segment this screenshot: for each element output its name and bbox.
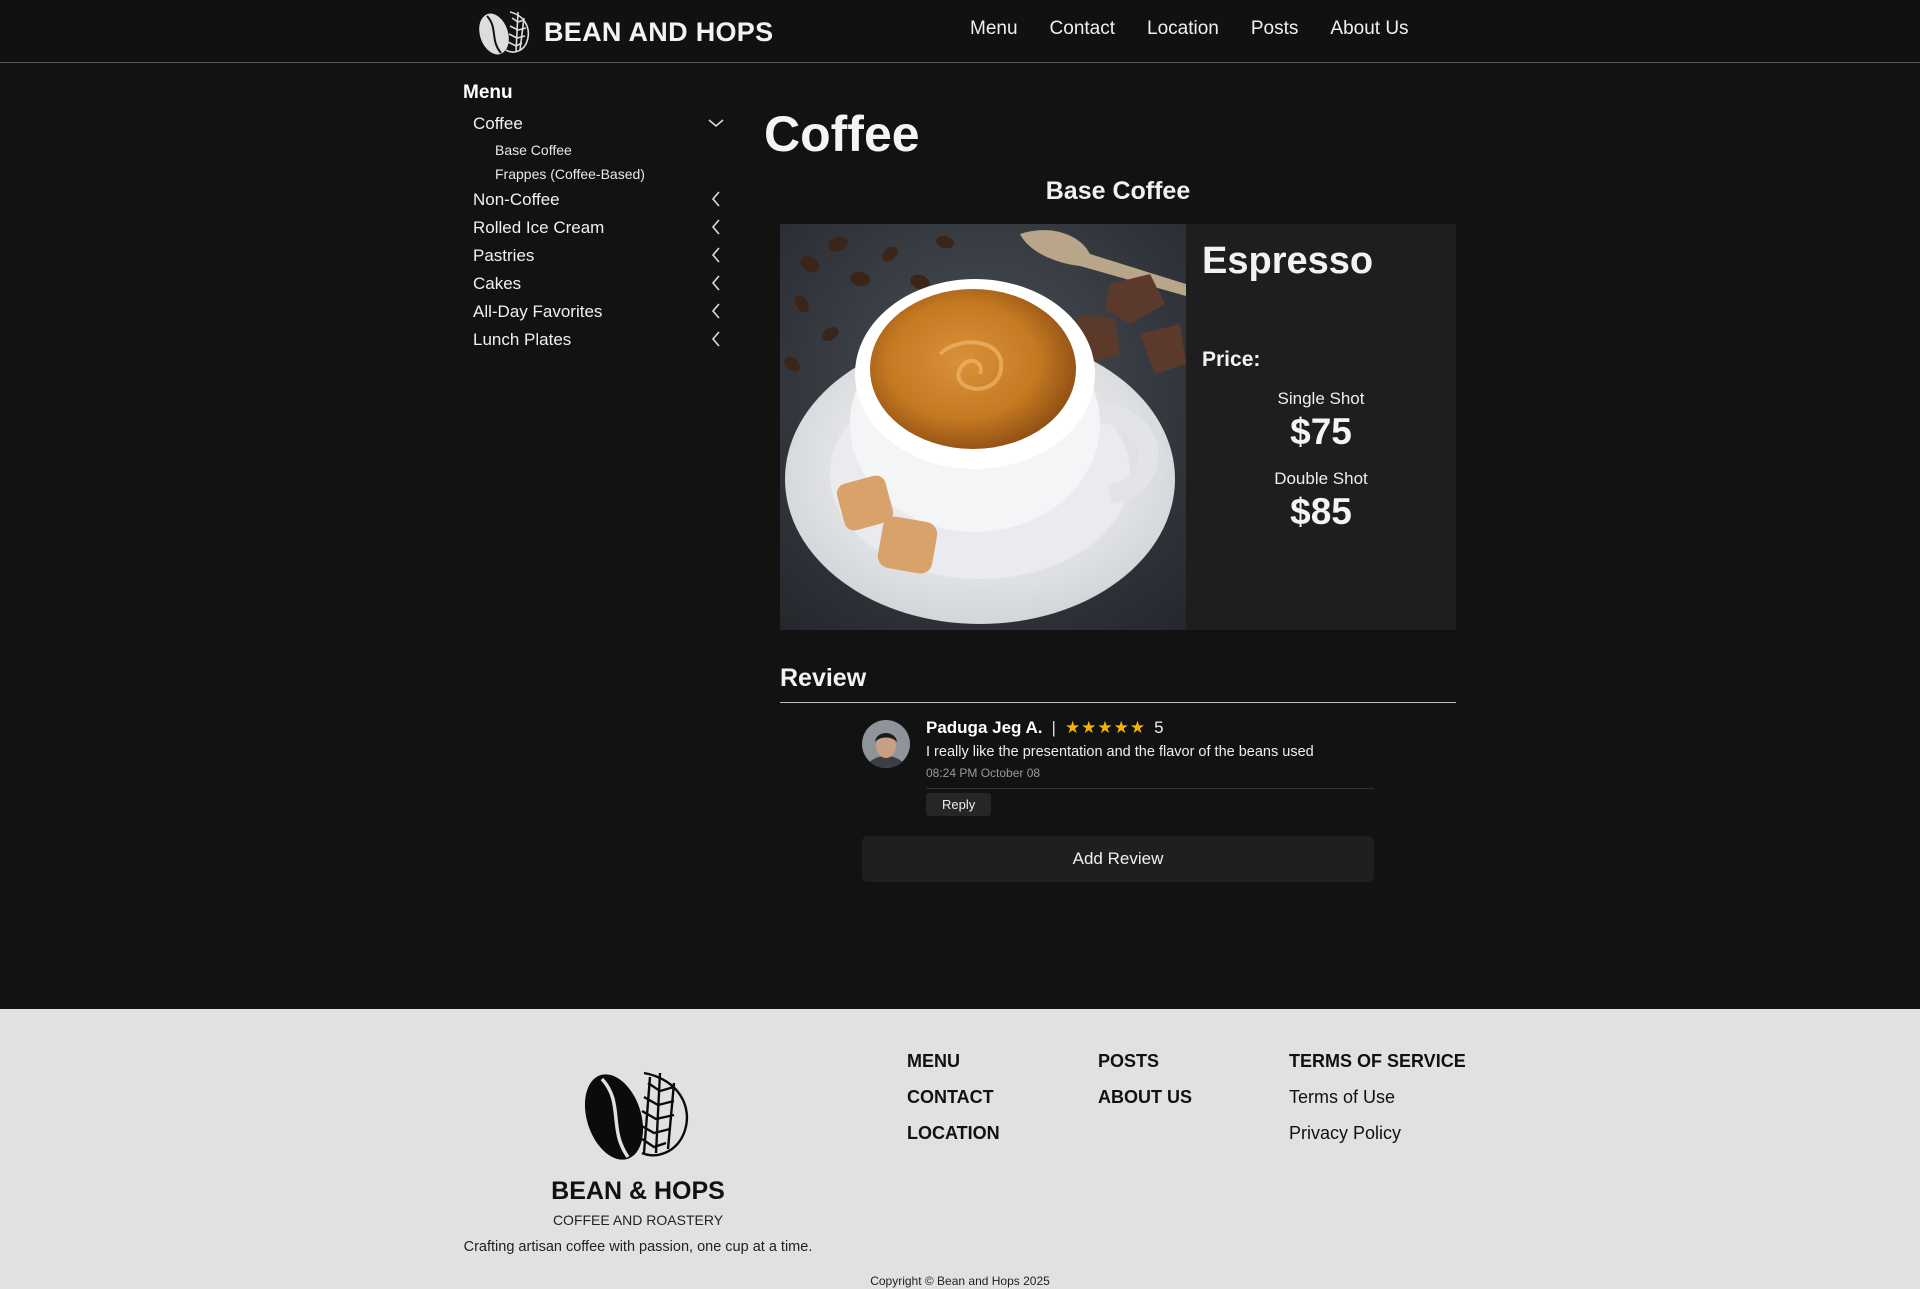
product-info: Espresso Price: Single Shot $75 Double S… <box>1186 224 1456 630</box>
footer-link-menu[interactable]: MENU <box>907 1051 1000 1087</box>
product-card: Espresso Price: Single Shot $75 Double S… <box>780 224 1456 630</box>
review-section-title: Review <box>780 664 867 692</box>
chevron-left-icon <box>711 303 720 319</box>
footer-links-col-1: MENU CONTACT LOCATION <box>907 1051 1000 1159</box>
sidebar-item-label: Rolled Ice Cream <box>473 218 605 237</box>
chevron-left-icon <box>711 275 720 291</box>
sidebar-item-non-coffee[interactable]: Non-Coffee <box>463 186 725 214</box>
footer-link-privacy-policy[interactable]: Privacy Policy <box>1289 1123 1466 1159</box>
review-header: Paduga Jeg A. | ★★★★★ 5 <box>926 718 1374 738</box>
price-option-name: Double Shot <box>1274 469 1368 488</box>
nav-posts[interactable]: Posts <box>1251 18 1299 40</box>
rating-score: 5 <box>1154 718 1164 737</box>
nav-location[interactable]: Location <box>1147 18 1219 40</box>
sidebar-item-label: Pastries <box>473 246 535 265</box>
add-review-button[interactable]: Add Review <box>862 836 1374 882</box>
price-label: Price: <box>1202 348 1261 371</box>
brand-link[interactable]: BEAN AND HOPS <box>474 8 773 56</box>
nav-contact[interactable]: Contact <box>1050 18 1115 40</box>
avatar <box>862 720 910 768</box>
separator: | <box>1051 718 1056 737</box>
footer-link-location[interactable]: LOCATION <box>907 1123 1000 1159</box>
product-image <box>780 224 1186 630</box>
chevron-left-icon <box>711 247 720 263</box>
footer-terms-title: TERMS OF SERVICE <box>1289 1051 1466 1071</box>
star-rating-icon: ★★★★★ <box>1064 718 1147 737</box>
nav-menu[interactable]: Menu <box>970 18 1018 40</box>
menu-sidebar: Menu Coffee Base Coffee Frappes (Coffee-… <box>463 82 725 354</box>
sidebar-title: Menu <box>463 82 513 103</box>
logo-icon <box>479 11 530 55</box>
footer-links-col-2: POSTS ABOUT US <box>1098 1051 1192 1123</box>
chevron-down-icon <box>708 119 724 128</box>
price-option-value: $85 <box>1290 491 1352 532</box>
reply-button[interactable]: Reply <box>926 793 992 816</box>
main-nav: Menu Contact Location Posts About Us <box>970 18 1409 40</box>
review-body: Paduga Jeg A. | ★★★★★ 5 I really like th… <box>926 718 1374 816</box>
price-option-name: Single Shot <box>1277 389 1365 408</box>
sidebar-subitem-frappes[interactable]: Frappes (Coffee-Based) <box>463 162 725 186</box>
logo-icon <box>584 1071 689 1160</box>
footer-tagline: COFFEE AND ROASTERY <box>552 1212 724 1228</box>
product-name: Espresso <box>1202 240 1374 282</box>
sidebar-item-label: Lunch Plates <box>473 330 572 349</box>
chevron-left-icon <box>711 191 720 207</box>
footer-link-about-us[interactable]: ABOUT US <box>1098 1087 1192 1123</box>
sidebar-item-all-day-favorites[interactable]: All-Day Favorites <box>463 298 725 326</box>
footer-link-contact[interactable]: CONTACT <box>907 1087 1000 1123</box>
nav-about-us[interactable]: About Us <box>1330 18 1408 40</box>
sidebar-item-lunch-plates[interactable]: Lunch Plates <box>463 326 725 354</box>
sidebar-item-pastries[interactable]: Pastries <box>463 242 725 270</box>
sidebar-item-coffee[interactable]: Coffee <box>463 110 725 138</box>
sidebar-subitem-base-coffee[interactable]: Base Coffee <box>463 138 725 162</box>
site-header: BEAN AND HOPS Menu Contact Location Post… <box>0 0 1920 63</box>
sidebar-item-label: Coffee <box>473 114 523 133</box>
footer-brand: BEAN & HOPS <box>551 1177 725 1205</box>
chevron-left-icon <box>711 219 720 235</box>
reviewer-name: Paduga Jeg A. <box>926 718 1043 737</box>
page-title: Coffee <box>764 106 920 162</box>
price-option: Single Shot $75 <box>1186 389 1456 453</box>
copyright: Copyright © Bean and Hops 2025 <box>870 1274 1050 1288</box>
footer-links-col-3: TERMS OF SERVICE Terms of Use Privacy Po… <box>1289 1051 1466 1159</box>
site-footer: BEAN & HOPS COFFEE AND ROASTERY Crafting… <box>0 1009 1920 1289</box>
sidebar-item-label: Cakes <box>473 274 522 293</box>
chevron-left-icon <box>711 331 720 347</box>
price-option-value: $75 <box>1290 411 1352 452</box>
sidebar-item-label: Non-Coffee <box>473 190 560 209</box>
footer-link-posts[interactable]: POSTS <box>1098 1051 1192 1087</box>
brand-name: BEAN AND HOPS <box>544 16 774 47</box>
footer-description: Crafting artisan coffee with passion, on… <box>463 1239 813 1255</box>
review-text: I really like the presentation and the f… <box>926 744 1314 760</box>
price-option: Double Shot $85 <box>1186 469 1456 533</box>
footer-link-terms-of-use[interactable]: Terms of Use <box>1289 1087 1466 1123</box>
sidebar-item-rolled-ice-cream[interactable]: Rolled Ice Cream <box>463 214 725 242</box>
sidebar-item-cakes[interactable]: Cakes <box>463 270 725 298</box>
divider <box>926 788 1374 789</box>
review-timestamp: 08:24 PM October 08 <box>926 766 1041 780</box>
divider <box>780 702 1456 703</box>
sidebar-item-label: All-Day Favorites <box>473 302 603 321</box>
section-title: Base Coffee <box>1045 177 1191 205</box>
